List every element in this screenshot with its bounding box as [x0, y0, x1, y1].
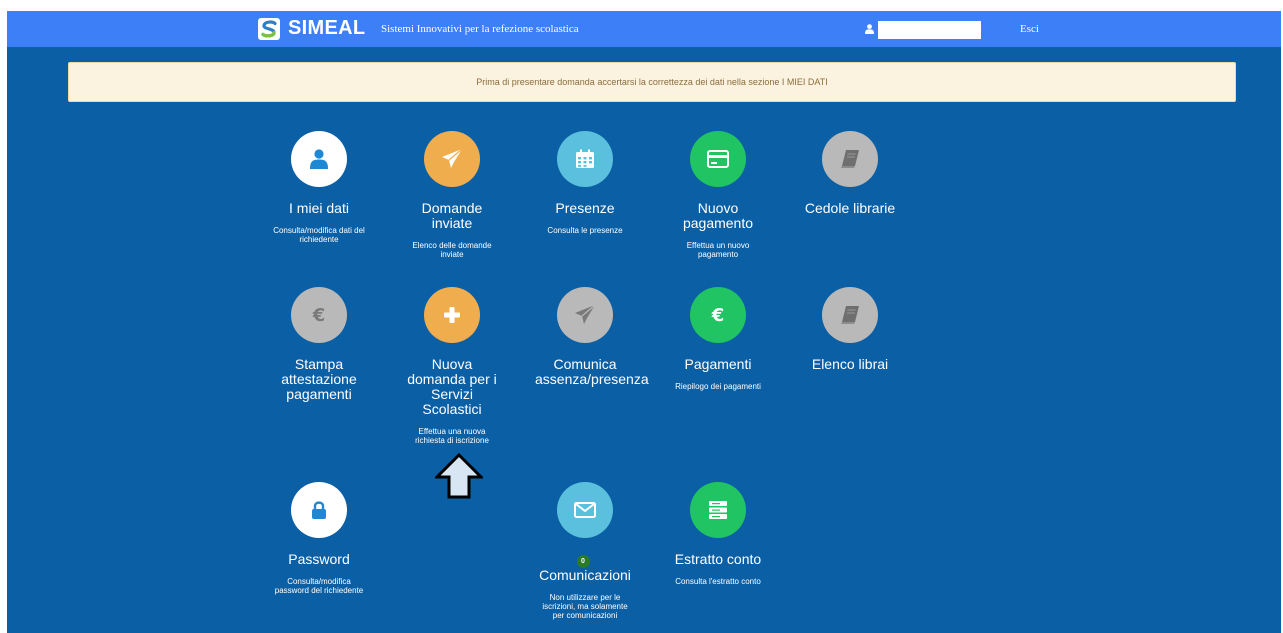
- tile-icon-circle: [690, 482, 746, 538]
- euro-icon: €: [312, 305, 326, 325]
- tile-title: Comunica assenza/presenza: [535, 356, 649, 387]
- tile-description: Elenco delle domande inviate: [412, 241, 492, 259]
- tile-estratto-conto[interactable]: Estratto conto Consulta l'estratto conto: [662, 482, 774, 586]
- plus-icon: [444, 307, 460, 323]
- app-frame: SIMEAL Sistemi Innovativi per la refezio…: [7, 11, 1281, 633]
- tile-description: Consulta l'estratto conto: [675, 577, 761, 586]
- svg-text:€: €: [711, 305, 725, 325]
- brand-tagline: Sistemi Innovativi per la refezione scol…: [381, 23, 579, 35]
- server-icon: [709, 501, 727, 519]
- tile-title: Nuova domanda per i Servizi Scolastici: [407, 356, 497, 417]
- tile-description: Non utilizzare per le iscrizioni, ma sol…: [542, 593, 628, 620]
- tile-icon-circle: [822, 287, 878, 343]
- tile-nuova-domanda[interactable]: Nuova domanda per i Servizi Scolastici E…: [396, 287, 508, 445]
- tile-icon-circle: [822, 131, 878, 187]
- logo-icon[interactable]: [258, 18, 280, 40]
- tile-title: Cedole librarie: [804, 200, 896, 216]
- tile-title: Elenco librai: [811, 356, 889, 372]
- tile-icon-circle: [557, 482, 613, 538]
- brand-name[interactable]: SIMEAL: [288, 17, 365, 40]
- tile-icon-circle: [690, 131, 746, 187]
- tile-description: Effettua un nuovo pagamento: [686, 241, 750, 259]
- tile-title: Stampa attestazione pagamenti: [281, 356, 357, 402]
- tile-nuovo-pagamento[interactable]: Nuovo pagamento Effettua un nuovo pagame…: [662, 131, 774, 259]
- tile-icon-circle: [424, 131, 480, 187]
- tile-domande-inviate[interactable]: Domande inviate Elenco delle domande inv…: [396, 131, 508, 259]
- tile-description: Consulta/modifica password del richieden…: [274, 577, 364, 595]
- tile-title: Pagamenti: [684, 356, 752, 372]
- tile-title: I miei dati: [289, 200, 349, 216]
- tile-icon-circle: [291, 131, 347, 187]
- tile-icon-circle: €: [291, 287, 347, 343]
- tile-title: Domande inviate: [421, 200, 483, 231]
- credit-card-icon: [707, 150, 729, 168]
- username-field[interactable]: [878, 21, 981, 39]
- tile-cedole-librarie[interactable]: Cedole librarie: [794, 131, 906, 226]
- tile-elenco-librai[interactable]: Elenco librai: [794, 287, 906, 382]
- svg-text:€: €: [312, 305, 326, 325]
- lock-icon: [312, 501, 326, 519]
- book-icon: [841, 306, 859, 324]
- tile-presenze[interactable]: Presenze Consulta le presenze: [529, 131, 641, 235]
- tile-title-text: Comunicazioni: [539, 567, 631, 583]
- tile-icon-circle: [424, 287, 480, 343]
- tile-icon-circle: [557, 287, 613, 343]
- tile-i-miei-dati[interactable]: I miei dati Consulta/modifica dati del r…: [263, 131, 375, 244]
- top-navbar: SIMEAL Sistemi Innovativi per la refezio…: [7, 11, 1281, 47]
- tile-description: Consulta le presenze: [547, 226, 623, 235]
- tile-icon-circle: [291, 482, 347, 538]
- tile-comunicazioni[interactable]: 0Comunicazioni Non utilizzare per le isc…: [529, 482, 641, 620]
- tile-password[interactable]: Password Consulta/modifica password del …: [263, 482, 375, 595]
- tile-pagamenti[interactable]: € Pagamenti Riepilogo dei pagamenti: [662, 287, 774, 391]
- notice-alert: Prima di presentare domanda accertarsi l…: [68, 62, 1236, 102]
- tile-comunica-assenza[interactable]: Comunica assenza/presenza: [529, 287, 649, 397]
- user-icon: [310, 149, 328, 169]
- paper-plane-icon: [442, 148, 463, 168]
- tile-title: 0Comunicazioni: [529, 552, 641, 583]
- tile-icon-circle: [557, 131, 613, 187]
- paper-plane-icon: [575, 304, 596, 324]
- tile-icon-circle: €: [690, 287, 746, 343]
- logout-link[interactable]: Esci: [1020, 23, 1039, 35]
- tile-title: Password: [288, 551, 350, 567]
- arrow-up-icon: [435, 453, 483, 499]
- tile-description: Riepilogo dei pagamenti: [675, 382, 761, 391]
- tile-description: Effettua una nuova richiesta di iscrizio…: [415, 427, 489, 445]
- book-icon: [841, 150, 859, 168]
- calendar-icon: [576, 149, 594, 168]
- tile-title: Estratto conto: [674, 551, 762, 567]
- tile-description: Consulta/modifica dati del richiedente: [273, 226, 365, 244]
- euro-icon: €: [711, 305, 725, 325]
- tile-stampa-attestazione[interactable]: € Stampa attestazione pagamenti: [263, 287, 375, 412]
- tile-title: Presenze: [555, 200, 615, 216]
- envelope-icon: [574, 502, 596, 518]
- user-icon: [865, 24, 874, 34]
- tile-title: Nuovo pagamento: [682, 200, 754, 231]
